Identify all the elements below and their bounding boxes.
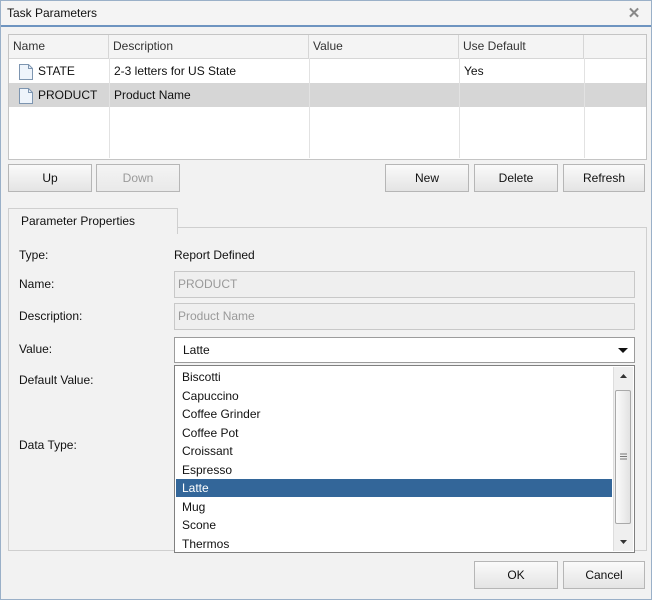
value-label: Value: bbox=[19, 342, 53, 356]
down-button[interactable]: Down bbox=[96, 164, 180, 192]
column-divider bbox=[584, 58, 585, 158]
close-icon[interactable]: ✕ bbox=[627, 6, 641, 21]
parameters-table: Name Description Value Use Default STATE… bbox=[8, 34, 647, 160]
dropdown-option[interactable]: Croissant bbox=[176, 442, 612, 460]
scrollbar-thumb[interactable] bbox=[615, 390, 631, 524]
row-name-cell: PRODUCT bbox=[13, 83, 109, 107]
dropdown-option[interactable]: Thermos bbox=[176, 535, 612, 553]
table-row[interactable]: STATE 2-3 letters for US State Yes bbox=[9, 59, 646, 83]
data-type-label: Data Type: bbox=[19, 438, 77, 452]
document-icon bbox=[19, 87, 33, 104]
document-icon bbox=[19, 63, 33, 80]
row-name-cell: STATE bbox=[13, 59, 109, 83]
name-field[interactable]: PRODUCT bbox=[174, 271, 635, 298]
title-bar: Task Parameters ✕ bbox=[1, 1, 651, 27]
dropdown-option[interactable]: Biscotti bbox=[176, 368, 612, 386]
dropdown-option[interactable]: Capuccino bbox=[176, 387, 612, 405]
refresh-button[interactable]: Refresh bbox=[563, 164, 645, 192]
type-label: Type: bbox=[19, 248, 49, 262]
scroll-down-icon[interactable] bbox=[614, 533, 633, 551]
window-title: Task Parameters bbox=[7, 6, 98, 20]
dropdown-option[interactable]: Mug bbox=[176, 498, 612, 516]
dropdown-option[interactable]: Coffee Grinder bbox=[176, 405, 612, 423]
row-use-default: Yes bbox=[464, 64, 484, 78]
new-button[interactable]: New bbox=[385, 164, 469, 192]
value-dropdown-list[interactable]: Biscotti Capuccino Coffee Grinder Coffee… bbox=[174, 365, 635, 553]
default-value-label: Default Value: bbox=[19, 373, 94, 387]
grip-icon bbox=[620, 453, 627, 460]
delete-button[interactable]: Delete bbox=[474, 164, 558, 192]
table-row-selected[interactable]: PRODUCT Product Name bbox=[9, 83, 646, 107]
column-divider bbox=[109, 58, 110, 158]
dropdown-option[interactable]: Coffee Pot bbox=[176, 424, 612, 442]
dropdown-option-selected[interactable]: Latte bbox=[176, 479, 612, 497]
value-combobox[interactable]: Latte bbox=[174, 337, 635, 363]
column-header-value[interactable]: Value bbox=[309, 35, 459, 58]
row-value bbox=[309, 59, 459, 83]
parameter-properties-title: Parameter Properties bbox=[8, 208, 178, 234]
column-header-description[interactable]: Description bbox=[109, 35, 309, 58]
row-description: Product Name bbox=[114, 88, 191, 102]
column-divider bbox=[309, 58, 310, 158]
dropdown-option[interactable]: Espresso bbox=[176, 461, 612, 479]
column-header-filler bbox=[584, 35, 646, 58]
row-use-default bbox=[459, 83, 584, 107]
dropdown-option[interactable]: Scone bbox=[176, 516, 612, 534]
column-header-use-default[interactable]: Use Default bbox=[459, 35, 584, 58]
type-value: Report Defined bbox=[174, 248, 255, 262]
chevron-down-icon[interactable] bbox=[613, 339, 633, 361]
description-label: Description: bbox=[19, 309, 83, 323]
row-name: STATE bbox=[38, 64, 75, 78]
up-button[interactable]: Up bbox=[8, 164, 92, 192]
cancel-button[interactable]: Cancel bbox=[563, 561, 645, 589]
table-header: Name Description Value Use Default bbox=[9, 35, 646, 59]
dropdown-scrollbar[interactable] bbox=[613, 367, 633, 551]
value-combobox-text: Latte bbox=[183, 343, 210, 357]
row-value bbox=[309, 83, 459, 107]
row-name: PRODUCT bbox=[38, 88, 98, 102]
description-field[interactable]: Product Name bbox=[174, 303, 635, 330]
scroll-up-icon[interactable] bbox=[614, 367, 633, 385]
name-label: Name: bbox=[19, 277, 55, 291]
task-parameters-dialog: Task Parameters ✕ Name Description Value… bbox=[0, 0, 652, 600]
column-divider bbox=[459, 58, 460, 158]
column-header-name[interactable]: Name bbox=[9, 35, 109, 58]
ok-button[interactable]: OK bbox=[474, 561, 558, 589]
row-description: 2-3 letters for US State bbox=[114, 64, 237, 78]
